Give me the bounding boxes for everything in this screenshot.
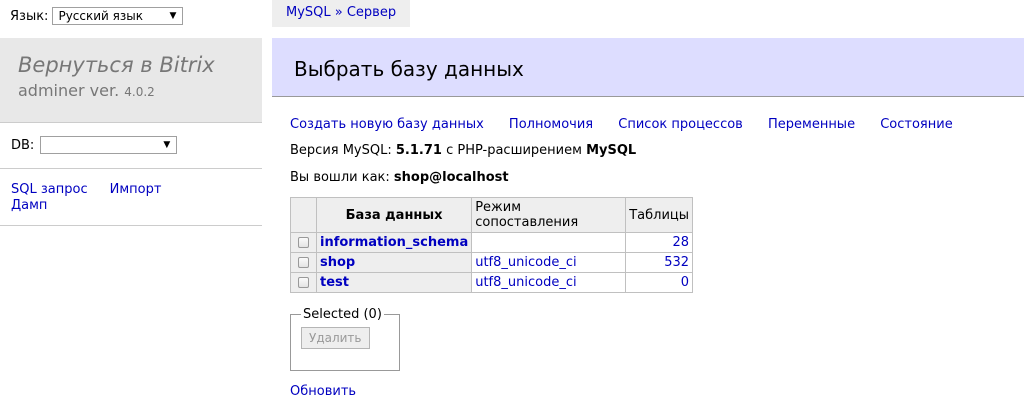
import-link[interactable]: Импорт: [110, 182, 162, 197]
language-label: Язык:: [10, 8, 49, 24]
database-name-cell: test: [315, 272, 473, 293]
delete-button[interactable]: Удалить: [301, 327, 370, 349]
row-checkbox[interactable]: [298, 237, 309, 248]
table-row: information_schema 28: [290, 232, 694, 253]
app-name: adminer ver.: [18, 81, 120, 100]
row-checkbox[interactable]: [298, 257, 309, 268]
db-select[interactable]: ▼: [40, 136, 178, 154]
mysql-version: 5.1.71: [395, 143, 442, 158]
db-select-row: DB: ▼: [11, 136, 178, 154]
login-prefix: Вы вошли как:: [290, 170, 390, 185]
dump-link[interactable]: Дамп: [11, 198, 47, 213]
select-all-cell: [290, 197, 317, 233]
breadcrumb-link[interactable]: MySQL » Сервер: [286, 5, 396, 20]
row-checkbox[interactable]: [298, 277, 309, 288]
page-title: Выбрать базу данных: [272, 38, 1024, 97]
status-link[interactable]: Состояние: [880, 117, 952, 132]
back-to-bitrix-link[interactable]: Вернуться в Bitrix: [18, 50, 244, 80]
extension-prefix: с PHP-расширением: [446, 143, 582, 158]
collation-cell: utf8_unicode_ci: [471, 252, 627, 273]
databases-table: База данных Режим сопоставления Таблицы …: [290, 197, 694, 293]
login-user: shop@localhost: [393, 170, 509, 185]
table-row: test utf8_unicode_ci 0: [290, 272, 694, 293]
main-content: Создать новую базу данных Полномочия Спи…: [290, 117, 1010, 399]
mysql-version-line: Версия MySQL: 5.1.71 с PHP-расширением M…: [290, 143, 1010, 159]
selected-fieldset: Selected (0) Удалить: [290, 307, 400, 371]
database-link[interactable]: shop: [320, 255, 355, 270]
sidebar-header: Вернуться в Bitrix adminer ver. 4.0.2: [0, 38, 262, 122]
sql-query-link[interactable]: SQL запрос: [11, 182, 88, 197]
collation-cell: utf8_unicode_ci: [471, 272, 627, 293]
column-header-database: База данных: [315, 197, 473, 233]
language-select-value: Русский язык: [58, 9, 143, 23]
chevron-down-icon: ▼: [163, 140, 171, 150]
table-header-row: База данных Режим сопоставления Таблицы: [290, 197, 694, 233]
selected-legend: Selected (0): [303, 307, 382, 322]
sidebar-links: SQL запрос Импорт Дамп: [11, 182, 183, 214]
tables-count-link[interactable]: 28: [672, 235, 689, 250]
refresh-link[interactable]: Обновить: [290, 384, 1010, 399]
chevron-down-icon: ▼: [169, 11, 177, 21]
collation-link[interactable]: utf8_unicode_ci: [475, 255, 576, 270]
login-line: Вы вошли как: shop@localhost: [290, 170, 1010, 186]
row-checkbox-cell: [290, 232, 317, 253]
php-extension: MySQL: [586, 143, 637, 158]
app-version: adminer ver. 4.0.2: [18, 81, 155, 100]
privileges-link[interactable]: Полномочия: [509, 117, 593, 132]
row-checkbox-cell: [290, 272, 317, 293]
create-database-link[interactable]: Создать новую базу данных: [290, 117, 484, 132]
tables-count-cell: 28: [625, 232, 694, 253]
row-checkbox-cell: [290, 252, 317, 273]
table-row: shop utf8_unicode_ci 532: [290, 252, 694, 273]
version-prefix: Версия MySQL:: [290, 143, 392, 158]
db-label: DB:: [11, 137, 35, 153]
breadcrumb: MySQL » Сервер: [272, 0, 411, 27]
action-links: Создать новую базу данных Полномочия Спи…: [290, 117, 1010, 132]
database-link[interactable]: test: [320, 275, 349, 290]
database-link[interactable]: information_schema: [320, 235, 468, 250]
column-header-tables: Таблицы: [625, 197, 694, 233]
tables-count-cell: 0: [625, 272, 694, 293]
divider: [0, 168, 262, 169]
tables-count-link[interactable]: 532: [664, 255, 689, 270]
tables-count-cell: 532: [625, 252, 694, 273]
tables-count-link[interactable]: 0: [681, 275, 689, 290]
version-number: 4.0.2: [124, 85, 155, 99]
language-bar: Язык: Русский язык ▼: [10, 6, 184, 26]
divider: [0, 122, 262, 123]
column-header-collation: Режим сопоставления: [471, 197, 627, 233]
database-name-cell: shop: [315, 252, 473, 273]
database-name-cell: information_schema: [315, 232, 473, 253]
language-select[interactable]: Русский язык ▼: [52, 7, 184, 25]
collation-link[interactable]: utf8_unicode_ci: [475, 275, 576, 290]
divider: [0, 225, 262, 226]
variables-link[interactable]: Переменные: [768, 117, 855, 132]
process-list-link[interactable]: Список процессов: [618, 117, 743, 132]
collation-cell: [471, 232, 627, 253]
